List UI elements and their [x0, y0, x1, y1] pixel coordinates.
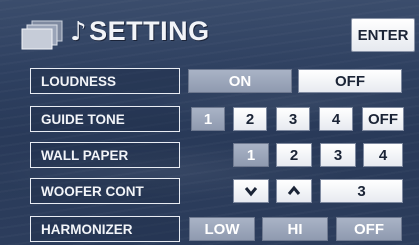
settings-screen: ♪SETTING ENTER LOUDNESS ON OFF GUIDE TON…: [0, 0, 419, 245]
guide-tone-option-off[interactable]: OFF: [362, 107, 404, 131]
guide-tone-option-1[interactable]: 1: [191, 107, 225, 131]
loudness-off-button[interactable]: OFF: [298, 69, 402, 93]
header: ♪SETTING ENTER: [0, 0, 419, 56]
harmonizer-off-button[interactable]: OFF: [336, 217, 402, 241]
guide-tone-label: GUIDE TONE: [30, 106, 180, 132]
enter-button[interactable]: ENTER: [351, 18, 415, 52]
woofer-value-display: 3: [320, 179, 403, 203]
chevron-down-icon: [244, 187, 258, 197]
wall-paper-option-2[interactable]: 2: [276, 143, 312, 167]
guide-tone-option-4[interactable]: 4: [319, 107, 353, 131]
wall-paper-option-4[interactable]: 4: [363, 143, 403, 167]
screen-layers-icon: [21, 20, 63, 50]
guide-tone-option-3[interactable]: 3: [276, 107, 310, 131]
harmonizer-hi-button[interactable]: HI: [262, 217, 328, 241]
woofer-down-button[interactable]: [233, 179, 269, 203]
woofer-up-button[interactable]: [276, 179, 312, 203]
page-title: ♪SETTING: [70, 16, 210, 47]
loudness-on-button[interactable]: ON: [188, 69, 292, 93]
loudness-label: LOUDNESS: [30, 68, 180, 94]
harmonizer-low-button[interactable]: LOW: [189, 217, 255, 241]
harmonizer-label: HARMONIZER: [30, 216, 180, 242]
wall-paper-option-3[interactable]: 3: [320, 143, 356, 167]
woofer-cont-label: WOOFER CONT: [30, 178, 180, 204]
music-note-icon: ♪: [70, 17, 88, 47]
wall-paper-label: WALL PAPER: [30, 142, 180, 168]
chevron-up-icon: [287, 185, 301, 195]
guide-tone-option-2[interactable]: 2: [233, 107, 267, 131]
wall-paper-option-1[interactable]: 1: [233, 143, 269, 167]
page-title-text: SETTING: [89, 16, 210, 46]
